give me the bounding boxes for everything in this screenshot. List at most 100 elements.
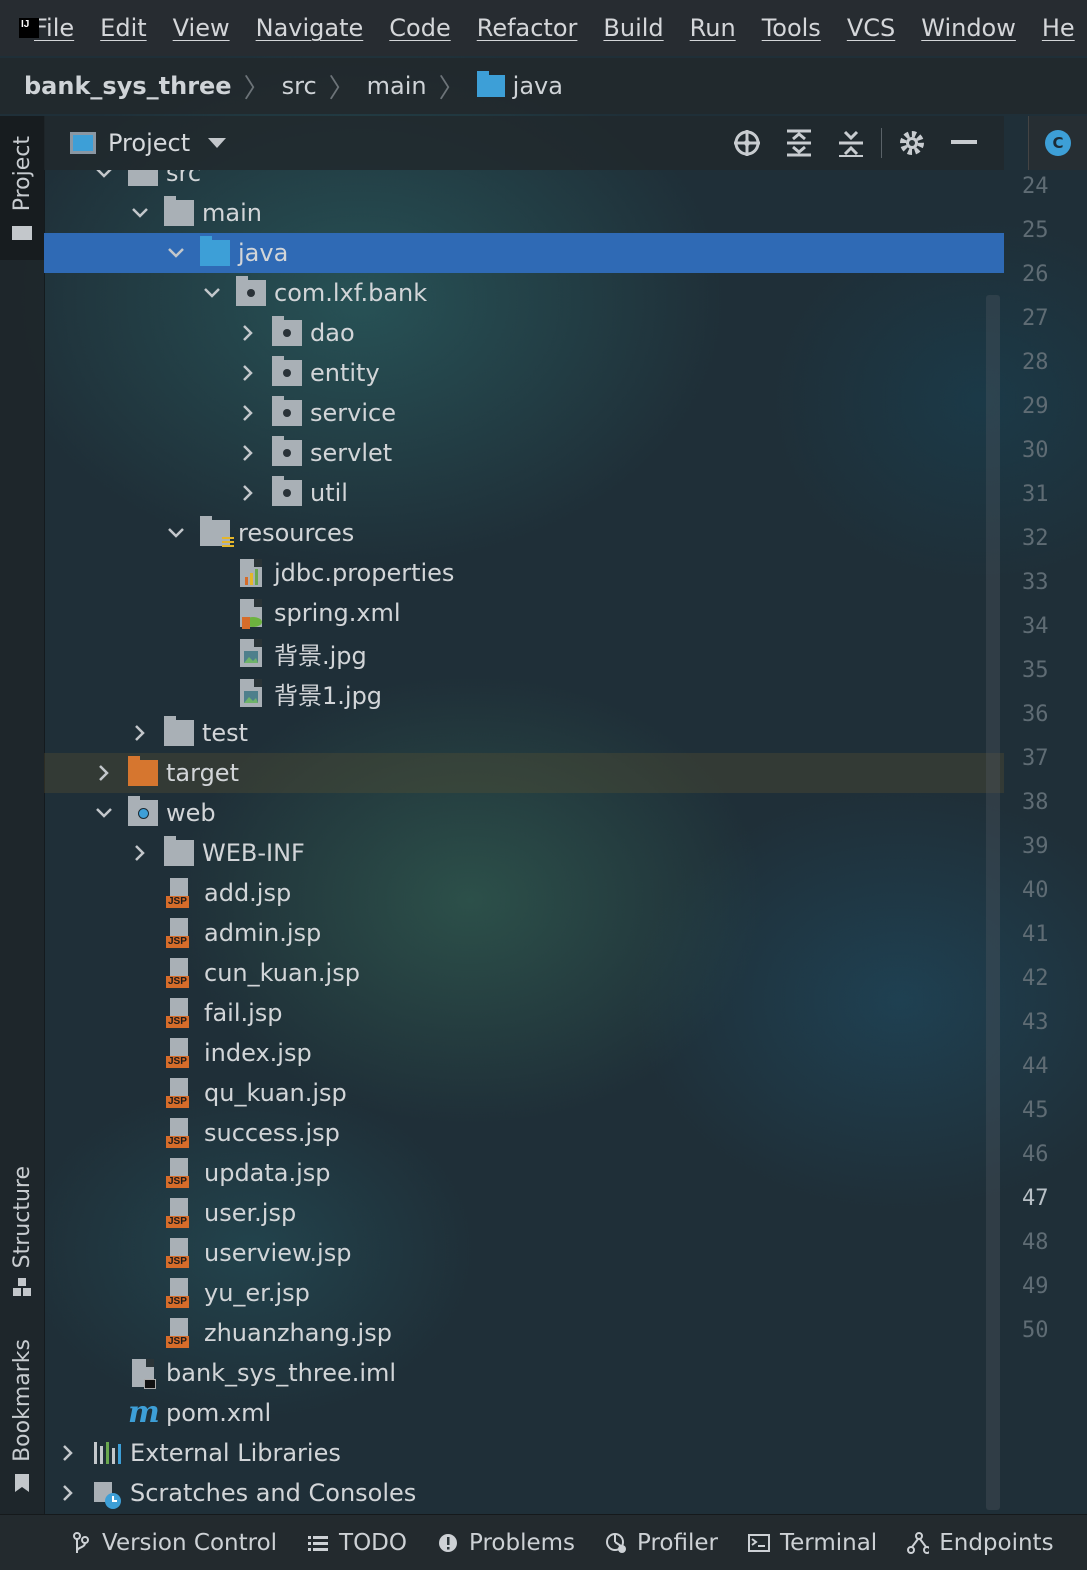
tree-row-jsp[interactable]: JSP updata.jsp bbox=[44, 1153, 1004, 1193]
breadcrumb-java[interactable]: java bbox=[513, 72, 563, 100]
tree-row-util[interactable]: util bbox=[44, 473, 1004, 513]
bookmarks-tool-tab[interactable]: Bookmarks bbox=[0, 1331, 44, 1501]
tree-row-dao[interactable]: dao bbox=[44, 313, 1004, 353]
chevron-right-icon[interactable] bbox=[238, 323, 258, 343]
chevron-right-icon[interactable] bbox=[238, 443, 258, 463]
menu-file[interactable]: File bbox=[34, 14, 74, 42]
chevron-right-icon[interactable] bbox=[238, 483, 258, 503]
locate-file-icon[interactable] bbox=[721, 116, 773, 170]
profiler-button[interactable]: Profiler bbox=[605, 1530, 718, 1556]
tree-row-test[interactable]: test bbox=[44, 713, 1004, 753]
editor-tab[interactable]: C bbox=[1028, 116, 1087, 170]
tree-row-web-inf[interactable]: WEB-INF bbox=[44, 833, 1004, 873]
todo-button[interactable]: TODO bbox=[307, 1530, 407, 1556]
gear-icon[interactable] bbox=[886, 116, 938, 170]
breadcrumb-project[interactable]: bank_sys_three bbox=[24, 72, 232, 100]
menu-run[interactable]: Run bbox=[690, 14, 736, 42]
breadcrumb-src[interactable]: src bbox=[282, 72, 317, 100]
tree-row-pom[interactable]: m pom.xml bbox=[44, 1393, 1004, 1433]
tree-row-target[interactable]: target bbox=[44, 753, 1004, 793]
chevron-right-icon[interactable] bbox=[130, 723, 150, 743]
project-tool-tab[interactable]: Project bbox=[0, 116, 44, 260]
project-panel-title[interactable]: Project bbox=[108, 129, 190, 157]
line-number: 46 bbox=[1022, 1142, 1049, 1167]
tree-row-scratches[interactable]: Scratches and Consoles bbox=[44, 1473, 1004, 1513]
tree-row-bg-jpg[interactable]: 背景.jpg bbox=[44, 633, 1004, 673]
chevron-down-icon[interactable] bbox=[202, 283, 222, 303]
tree-row-jsp[interactable]: JSP user.jsp bbox=[44, 1193, 1004, 1233]
tree-row-spring-xml[interactable]: spring.xml bbox=[44, 593, 1004, 633]
tree-row-jsp[interactable]: JSP add.jsp bbox=[44, 873, 1004, 913]
tree-row-jsp[interactable]: JSP userview.jsp bbox=[44, 1233, 1004, 1273]
chevron-down-icon[interactable] bbox=[130, 203, 150, 223]
image-file-icon bbox=[240, 679, 262, 707]
tree-row-jdbc-properties[interactable]: jdbc.properties bbox=[44, 553, 1004, 593]
collapse-all-icon[interactable] bbox=[825, 116, 877, 170]
chevron-down-icon[interactable] bbox=[166, 523, 186, 543]
jsp-file-icon: JSP bbox=[166, 958, 192, 988]
chevron-down-icon[interactable] bbox=[94, 170, 114, 183]
tree-row-service[interactable]: service bbox=[44, 393, 1004, 433]
profiler-icon bbox=[605, 1532, 627, 1554]
chevron-down-icon[interactable] bbox=[208, 138, 227, 148]
version-control-label: Version Control bbox=[102, 1529, 278, 1556]
tree-row-jsp[interactable]: JSP qu_kuan.jsp bbox=[44, 1073, 1004, 1113]
tree-row-servlet[interactable]: servlet bbox=[44, 433, 1004, 473]
menu-navigate[interactable]: Navigate bbox=[256, 14, 364, 42]
tree-row-java[interactable]: java bbox=[44, 233, 1004, 273]
version-control-button[interactable]: Version Control bbox=[70, 1530, 277, 1556]
jsp-file-icon: JSP bbox=[166, 1118, 192, 1148]
structure-tool-tab[interactable]: Structure bbox=[0, 1156, 44, 1306]
chevron-down-icon[interactable] bbox=[94, 803, 114, 823]
minimize-icon[interactable] bbox=[938, 116, 990, 170]
chevron-down-icon[interactable] bbox=[166, 243, 186, 263]
resources-folder-icon bbox=[200, 516, 234, 549]
menu-help[interactable]: He bbox=[1042, 14, 1075, 42]
chevron-right-icon[interactable] bbox=[238, 403, 258, 423]
chevron-right-icon[interactable] bbox=[238, 363, 258, 383]
image-file-icon bbox=[240, 639, 262, 667]
menu-view[interactable]: View bbox=[173, 14, 230, 42]
tree-row-src[interactable]: src bbox=[44, 170, 1004, 193]
tree-label: web bbox=[166, 799, 216, 827]
tree-row-jsp[interactable]: JSP yu_er.jsp bbox=[44, 1273, 1004, 1313]
tree-row-jsp[interactable]: JSP index.jsp bbox=[44, 1033, 1004, 1073]
menu-refactor[interactable]: Refactor bbox=[477, 14, 578, 42]
menu-code[interactable]: Code bbox=[389, 14, 450, 42]
tree-row-jsp[interactable]: JSP fail.jsp bbox=[44, 993, 1004, 1033]
menu-window[interactable]: Window bbox=[921, 14, 1016, 42]
tree-row-jsp[interactable]: JSP success.jsp bbox=[44, 1113, 1004, 1153]
tree-scrollbar[interactable] bbox=[986, 295, 1000, 1510]
chevron-right-icon[interactable] bbox=[130, 843, 150, 863]
problems-button[interactable]: Problems bbox=[437, 1530, 575, 1556]
menu-tools[interactable]: Tools bbox=[762, 14, 821, 42]
tree-row-jsp[interactable]: JSP admin.jsp bbox=[44, 913, 1004, 953]
tree-row-iml[interactable]: bank_sys_three.iml bbox=[44, 1353, 1004, 1393]
breadcrumb-main[interactable]: main bbox=[367, 72, 427, 100]
tree-row-external-libraries[interactable]: External Libraries bbox=[44, 1433, 1004, 1473]
tree-row-resources[interactable]: resources bbox=[44, 513, 1004, 553]
chevron-right-icon[interactable] bbox=[58, 1443, 78, 1463]
jsp-file-icon: JSP bbox=[166, 1238, 192, 1268]
source-folder-icon bbox=[476, 71, 505, 97]
endpoints-button[interactable]: Endpoints bbox=[907, 1530, 1054, 1556]
tree-row-main[interactable]: main bbox=[44, 193, 1004, 233]
chevron-right-icon[interactable] bbox=[58, 1483, 78, 1503]
tree-row-bg1-jpg[interactable]: 背景1.jpg bbox=[44, 673, 1004, 713]
expand-all-icon[interactable] bbox=[773, 116, 825, 170]
tree-label: 背景1.jpg bbox=[274, 681, 383, 710]
tree-row-com-lxf-bank[interactable]: com.lxf.bank bbox=[44, 273, 1004, 313]
tree-row-jsp[interactable]: JSP zhuanzhang.jsp bbox=[44, 1313, 1004, 1353]
chevron-right-icon[interactable] bbox=[94, 763, 114, 783]
terminal-button[interactable]: Terminal bbox=[748, 1530, 877, 1556]
maven-icon: m bbox=[128, 1395, 160, 1430]
tree-row-web[interactable]: web bbox=[44, 793, 1004, 833]
menubar: IJ File Edit View Navigate Code Refactor… bbox=[0, 0, 1087, 56]
menu-vcs[interactable]: VCS bbox=[847, 14, 895, 42]
class-icon: C bbox=[1045, 130, 1071, 156]
line-number: 37 bbox=[1022, 746, 1049, 771]
tree-row-entity[interactable]: entity bbox=[44, 353, 1004, 393]
menu-edit[interactable]: Edit bbox=[100, 14, 146, 42]
menu-build[interactable]: Build bbox=[603, 14, 663, 42]
tree-row-jsp[interactable]: JSP cun_kuan.jsp bbox=[44, 953, 1004, 993]
